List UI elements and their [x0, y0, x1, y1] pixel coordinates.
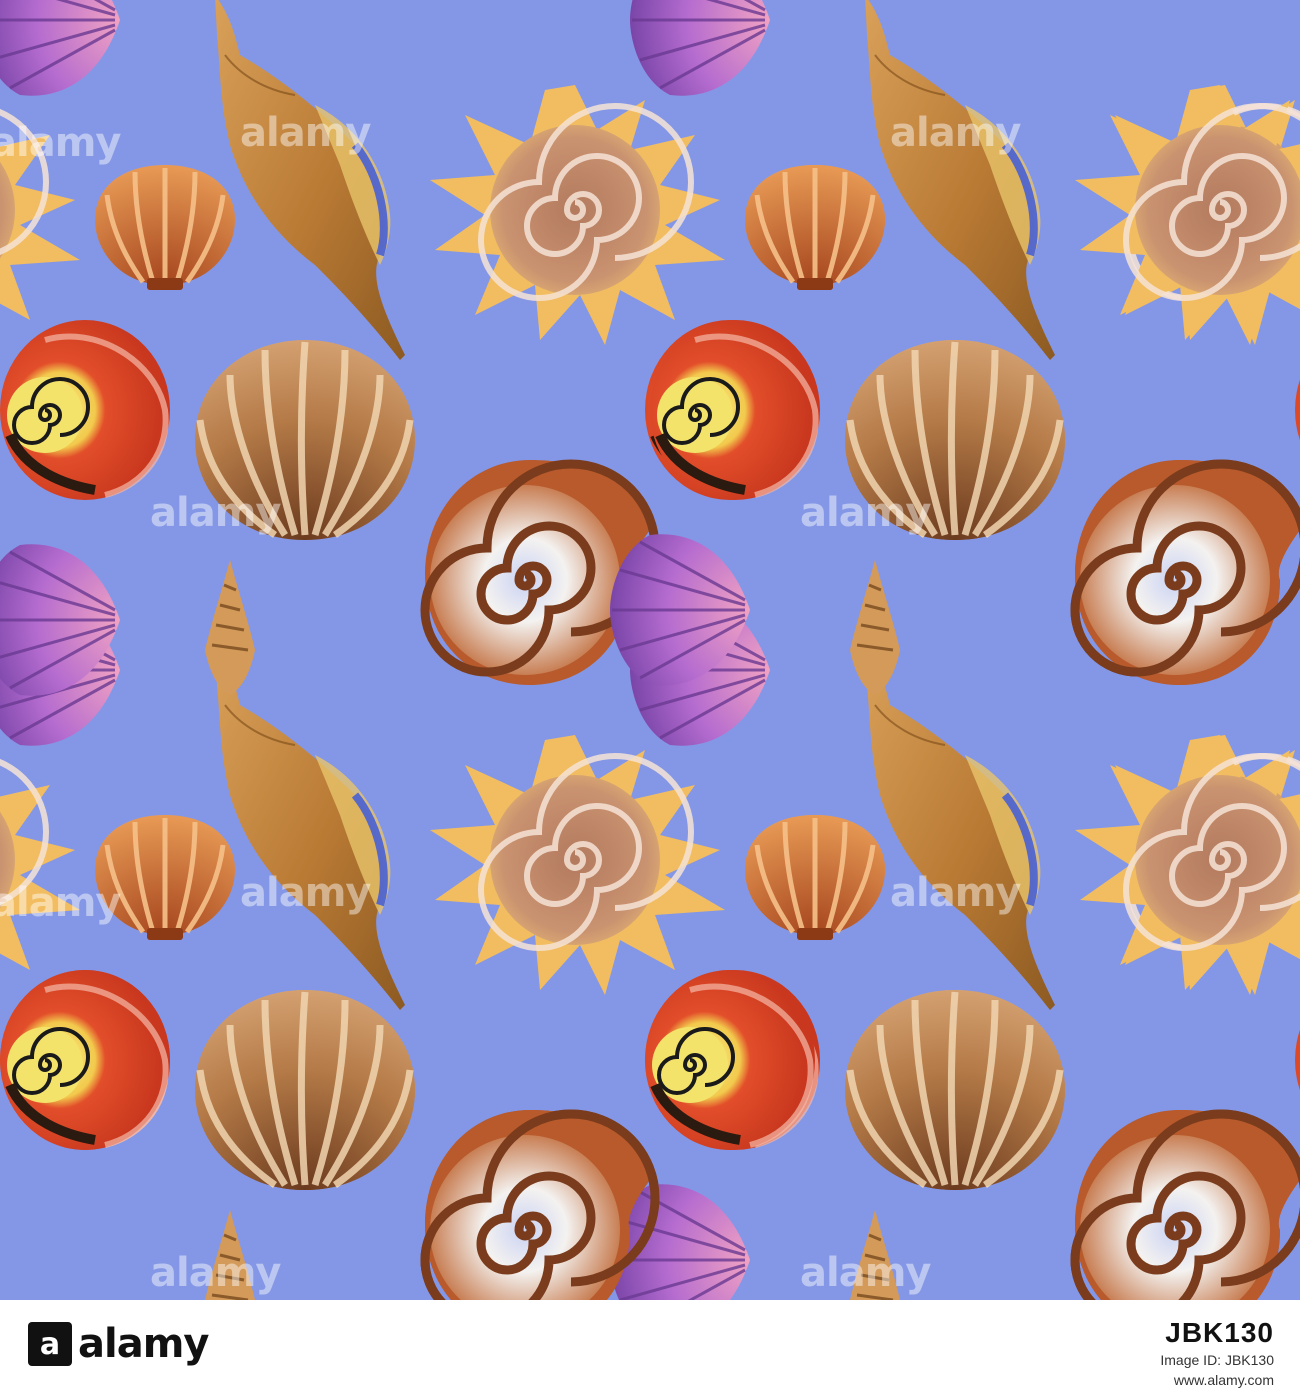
footer-bar: a alamy JBK130 Image ID: JBK130 www.alam… [0, 1300, 1300, 1390]
image-meta: JBK130 Image ID: JBK130 www.alamy.com [1160, 1316, 1274, 1390]
alamy-logo[interactable]: a alamy [28, 1314, 209, 1374]
pattern-svg [0, 0, 1300, 1300]
seashell-pattern-image: alamy alamy alamy alamy alamy alamy alam… [0, 0, 1300, 1300]
image-id-label: Image ID: JBK130 [1160, 1352, 1274, 1368]
image-code: JBK130 [1165, 1317, 1274, 1348]
site-url[interactable]: www.alamy.com [1160, 1370, 1274, 1390]
logo-mark: a [28, 1322, 72, 1366]
logo-wordmark: alamy [78, 1321, 209, 1367]
